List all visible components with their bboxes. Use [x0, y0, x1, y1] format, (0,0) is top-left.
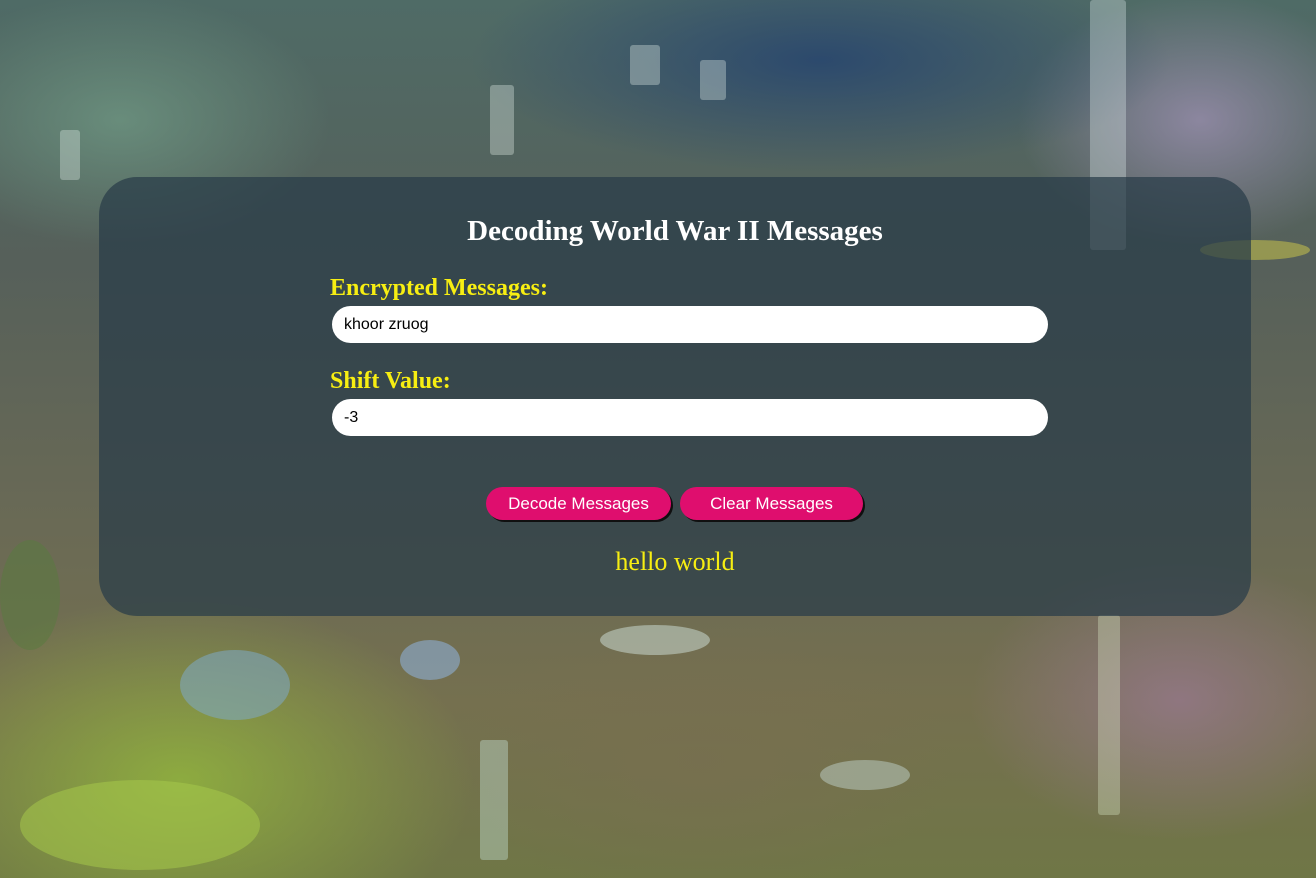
decoded-result-text: hello world — [615, 547, 735, 576]
shift-value-label: Shift Value: — [330, 368, 451, 394]
page-title: Decoding World War II Messages — [467, 215, 883, 247]
decoder-panel: Decoding World War II Messages Encrypted… — [99, 177, 1251, 616]
shift-value-input[interactable] — [332, 399, 1048, 436]
encrypted-messages-input[interactable] — [332, 306, 1048, 343]
clear-messages-button[interactable]: Clear Messages — [680, 487, 863, 520]
encrypted-messages-label: Encrypted Messages: — [330, 275, 548, 301]
decode-messages-button[interactable]: Decode Messages — [486, 487, 671, 520]
